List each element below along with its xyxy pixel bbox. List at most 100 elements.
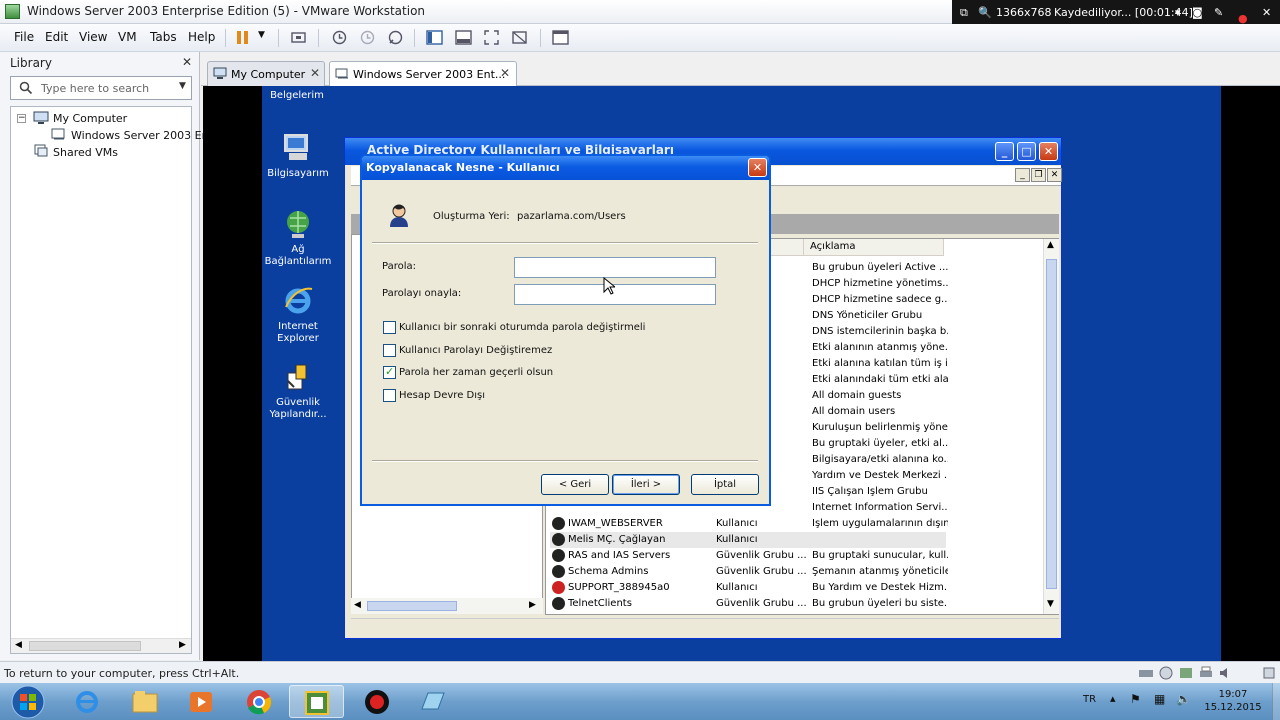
network-adapter-icon[interactable] [1178, 666, 1194, 680]
desktop-icon-guvenlik[interactable]: Güvenlik Yapılandır... [262, 361, 334, 421]
collapse-icon[interactable]: − [17, 114, 26, 123]
mdi-restore-icon[interactable]: ❐ [1031, 168, 1046, 182]
tree-my-computer[interactable]: My Computer [53, 112, 127, 125]
taskbar-ie[interactable] [60, 685, 115, 718]
show-desktop-button[interactable] [1272, 683, 1280, 720]
password-input[interactable] [514, 257, 716, 278]
taskbar-media[interactable] [174, 685, 229, 718]
pause-icon[interactable] [235, 29, 252, 46]
flag-icon[interactable]: ⚑ [1130, 692, 1141, 706]
chevron-up-icon[interactable]: ▴ [1110, 692, 1116, 705]
dialog-title-bar[interactable]: Kopyalanacak Nesne - Kullanıcı ✕ [362, 156, 769, 180]
checkbox-cannot-change[interactable] [383, 344, 396, 357]
menu-vm[interactable]: VM [118, 30, 137, 44]
next-button[interactable]: İleri > [612, 474, 680, 495]
arrow-up-icon[interactable]: ▲ [1047, 240, 1054, 250]
table-row[interactable]: Melis MÇ. Çağlayan Kullanıcı [550, 532, 946, 548]
checkbox-change-at-next-logon[interactable] [383, 321, 396, 334]
arrow-down-icon[interactable]: ▼ [1047, 599, 1054, 609]
snapshot-icon[interactable] [331, 29, 348, 46]
close-icon[interactable]: ✕ [1262, 6, 1271, 19]
desktop-icon-ag[interactable]: Ağ Bağlantılarım [262, 208, 334, 268]
clock[interactable]: 19:07 15.12.2015 [1198, 688, 1268, 714]
desktop-icon-belgelerim[interactable]: Belgelerim [261, 90, 333, 102]
back-button[interactable]: < Geri [541, 474, 609, 495]
revert-snapshot-icon[interactable] [359, 29, 376, 46]
chevron-down-icon[interactable]: ▼ [258, 30, 265, 40]
close-icon[interactable]: ✕ [310, 66, 320, 80]
copy-user-dialog[interactable]: Kopyalanacak Nesne - Kullanıcı ✕ Oluştur… [360, 154, 771, 506]
taskbar-recorder[interactable] [350, 685, 405, 718]
ad-list-vscroll[interactable]: ▲ ▼ [1043, 239, 1059, 614]
tab-my-computer[interactable]: My Computer ✕ [207, 61, 325, 86]
ad-tree-hscroll[interactable]: ◀ ▶ [351, 598, 543, 614]
unity-icon[interactable] [511, 29, 528, 46]
col-header-description[interactable]: Açıklama [804, 239, 944, 256]
menu-help[interactable]: Help [188, 30, 215, 44]
start-button-icon[interactable] [10, 685, 46, 719]
arrow-right-icon[interactable]: ▶ [529, 600, 536, 610]
ad-status-bar [351, 618, 1059, 636]
close-icon[interactable]: ✕ [182, 55, 192, 69]
desktop-icon-ie[interactable]: Internet Explorer [262, 285, 334, 345]
menu-file[interactable]: File [14, 30, 34, 44]
table-row[interactable]: IWAM_WEBSERVER Kullanıcı İşlem uygulamalar… [550, 516, 948, 532]
hdd-icon[interactable] [1138, 666, 1154, 680]
desktop-icon-bilgisayarim[interactable]: Bilgisayarım [262, 132, 334, 180]
close-icon[interactable]: ✕ [500, 66, 510, 80]
checkbox-never-expires[interactable] [383, 365, 396, 379]
menu-tabs[interactable]: Tabs [150, 30, 177, 44]
checkbox-account-disabled[interactable] [383, 389, 396, 402]
library-search-input[interactable] [41, 80, 176, 96]
printer-icon[interactable] [1198, 666, 1214, 680]
table-row[interactable]: RAS and IAS Servers Güvenlik Grubu ... Bu … [550, 548, 948, 564]
chevron-down-icon[interactable]: ▾ [1175, 6, 1181, 19]
table-row[interactable]: TelnetClients Güvenlik Grubu ... Bu grubun… [550, 596, 948, 612]
mdi-minimize-icon[interactable]: _ [1015, 168, 1030, 182]
cd-icon[interactable] [1158, 666, 1174, 680]
console-view-icon[interactable] [552, 29, 569, 46]
arrow-left-icon[interactable]: ◀ [15, 640, 22, 650]
taskbar-chrome[interactable] [232, 685, 287, 718]
mdi-close-icon[interactable]: ✕ [1047, 168, 1062, 182]
taskbar-vmware[interactable] [289, 685, 344, 718]
tree-vm[interactable]: Windows Server 2003 Ent [71, 129, 213, 142]
snapshot-manager-icon[interactable] [387, 29, 404, 46]
pen-icon[interactable]: ✎ [1214, 6, 1223, 19]
camera-icon[interactable]: ◙ [1192, 6, 1203, 19]
network-icon[interactable]: ▦ [1154, 692, 1165, 706]
send-keys-icon[interactable] [290, 29, 307, 46]
cancel-button[interactable]: İptal [691, 474, 759, 495]
tab-windows-server[interactable]: Windows Server 2003 Ent... ✕ [329, 61, 517, 86]
library-view-icon[interactable] [426, 29, 443, 46]
library-hscrollbar[interactable]: ◀ ▶ [11, 638, 191, 653]
screen-icon[interactable]: ⧉ [960, 6, 968, 20]
close-icon[interactable]: ✕ [748, 158, 767, 177]
tree-shared-vms[interactable]: Shared VMs [53, 146, 118, 159]
confirm-password-input[interactable] [514, 284, 716, 305]
scroll-thumb[interactable] [367, 601, 457, 611]
taskbar-explorer[interactable] [118, 685, 173, 718]
sound-icon[interactable] [1218, 666, 1234, 680]
menu-edit[interactable]: Edit [45, 30, 68, 44]
arrow-left-icon[interactable]: ◀ [354, 600, 361, 610]
row-name: RAS and IAS Servers [568, 550, 671, 561]
close-icon[interactable]: ✕ [1039, 142, 1058, 161]
thumbnail-view-icon[interactable] [455, 29, 472, 46]
menu-view[interactable]: View [79, 30, 107, 44]
table-row[interactable]: SUPPORT_388945a0 Kullanıcı Bu Yardım ve De… [550, 580, 948, 596]
language-indicator[interactable]: TR [1083, 694, 1096, 705]
scroll-thumb[interactable] [1046, 259, 1057, 589]
magnifier-icon[interactable]: 🔍 [978, 6, 992, 19]
taskbar-app[interactable] [406, 685, 461, 718]
maximize-icon[interactable]: □ [1017, 142, 1036, 161]
row-description: Yardım ve Destek Merkezi ... [812, 470, 948, 481]
table-row[interactable]: Schema Admins Güvenlik Grubu ... Şemanın a… [550, 564, 948, 580]
scroll-thumb[interactable] [29, 641, 141, 651]
volume-icon[interactable]: 🔈 [1176, 692, 1191, 706]
arrow-right-icon[interactable]: ▶ [179, 640, 186, 650]
fullscreen-icon[interactable] [483, 29, 500, 46]
minimize-icon[interactable]: _ [995, 142, 1014, 161]
messages-icon[interactable] [1262, 666, 1276, 680]
chevron-down-icon[interactable]: ▼ [179, 81, 186, 91]
